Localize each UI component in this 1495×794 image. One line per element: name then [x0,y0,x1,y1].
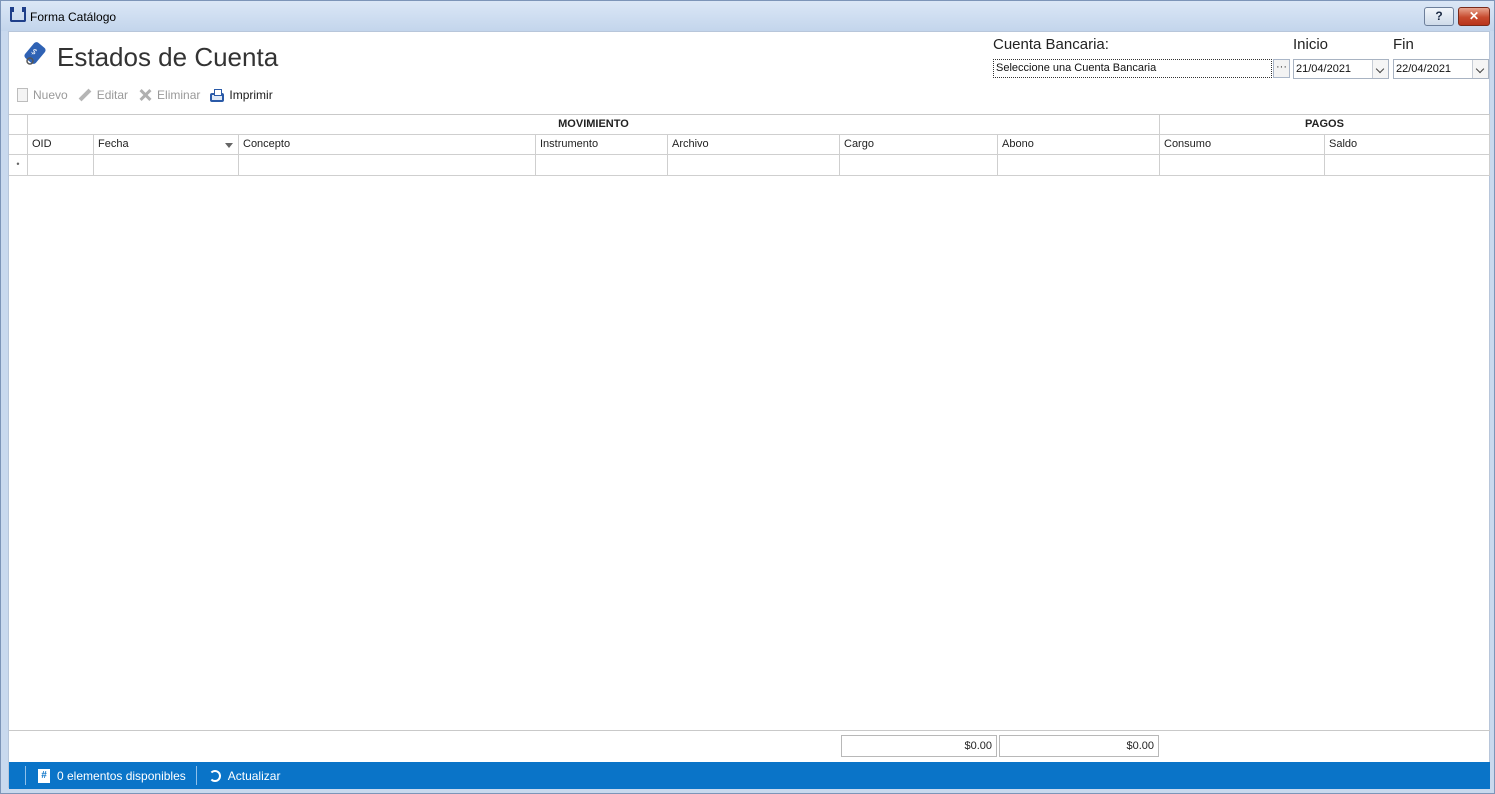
column-header-archivo[interactable]: Archivo [668,135,840,154]
delete-x-icon [138,88,152,102]
app-icon [10,7,26,22]
band-pagos[interactable]: PAGOS [1160,115,1490,134]
new-label: Nuevo [33,88,68,102]
price-tag-icon: $ [24,42,46,65]
refresh-icon [208,769,221,782]
page-title: Estados de Cuenta [57,42,279,72]
new-row-cell[interactable] [28,155,94,175]
chevron-down-icon[interactable] [1472,60,1488,78]
print-label: Imprimir [229,88,273,102]
refresh-button[interactable]: Actualizar [197,769,291,783]
title-bar: Forma Catálogo ? ✕ [1,1,1494,31]
column-header-fecha-label: Fecha [98,138,129,150]
refresh-label: Actualizar [227,768,281,783]
new-row-cell[interactable] [668,155,840,175]
delete-button[interactable]: Eliminar [138,88,200,102]
pencil-icon [75,85,95,105]
data-grid[interactable]: MOVIMIENTO PAGOS OID Fecha Concepto Inst… [9,114,1490,731]
new-button[interactable]: Nuevo [17,88,68,102]
abono-total: $0.00 [999,735,1159,757]
items-count-label: 0 elementos disponibles [57,768,186,783]
close-button[interactable]: ✕ [1458,7,1490,26]
column-header-cargo[interactable]: Cargo [840,135,998,154]
column-header-row: OID Fecha Concepto Instrumento Archivo C… [9,135,1490,155]
column-header-consumo[interactable]: Consumo [1160,135,1325,154]
window: Forma Catálogo ? ✕ $ Estados de Cuenta N… [0,0,1495,794]
account-label: Cuenta Bancaria: [993,36,1109,53]
new-row-indicator: • [9,155,28,175]
edit-label: Editar [96,88,129,102]
end-date-value: 22/04/2021 [1396,63,1452,75]
new-document-icon [17,88,28,102]
new-row-cell[interactable] [998,155,1160,175]
end-date-label: Fin [1393,36,1414,53]
delete-label: Eliminar [157,88,201,102]
edit-button[interactable]: Editar [78,88,128,102]
header-corner [9,135,28,154]
print-button[interactable]: Imprimir [210,88,273,102]
chevron-down-icon[interactable] [1372,60,1388,78]
column-header-abono[interactable]: Abono [998,135,1160,154]
band-corner [9,115,28,134]
column-header-saldo[interactable]: Saldo [1325,135,1490,154]
column-header-oid[interactable]: OID [28,135,94,154]
account-selector-field[interactable]: Seleccione una Cuenta Bancaria [993,59,1272,78]
sort-descending-icon [225,143,233,148]
printer-icon [210,88,225,102]
toolbar: Nuevo Editar Eliminar Imprimir [17,86,283,104]
new-row-cell[interactable] [1160,155,1325,175]
band-movimiento[interactable]: MOVIMIENTO [28,115,1160,134]
account-browse-button[interactable]: ··· [1273,59,1290,78]
help-button[interactable]: ? [1424,7,1454,26]
end-date-picker[interactable]: 22/04/2021 [1393,59,1489,79]
new-item-row[interactable]: • [9,155,1490,176]
client-area: $ Estados de Cuenta Nuevo Editar Elimina… [8,31,1490,789]
new-row-cell[interactable] [1325,155,1490,175]
cargo-total: $0.00 [841,735,997,757]
window-title: Forma Catálogo [30,10,117,24]
status-bar: # 0 elementos disponibles Actualizar [9,762,1490,789]
start-date-value: 21/04/2021 [1296,63,1352,75]
band-header-row: MOVIMIENTO PAGOS [9,115,1490,135]
column-header-fecha[interactable]: Fecha [94,135,239,154]
new-row-cell[interactable] [94,155,239,175]
start-date-picker[interactable]: 21/04/2021 [1293,59,1389,79]
column-header-concepto[interactable]: Concepto [239,135,536,154]
column-header-instrumento[interactable]: Instrumento [536,135,668,154]
hash-icon: # [38,768,50,783]
items-count: # 0 elementos disponibles [26,768,196,783]
new-row-cell[interactable] [239,155,536,175]
new-row-cell[interactable] [840,155,998,175]
new-row-cell[interactable] [536,155,668,175]
start-date-label: Inicio [1293,36,1329,53]
